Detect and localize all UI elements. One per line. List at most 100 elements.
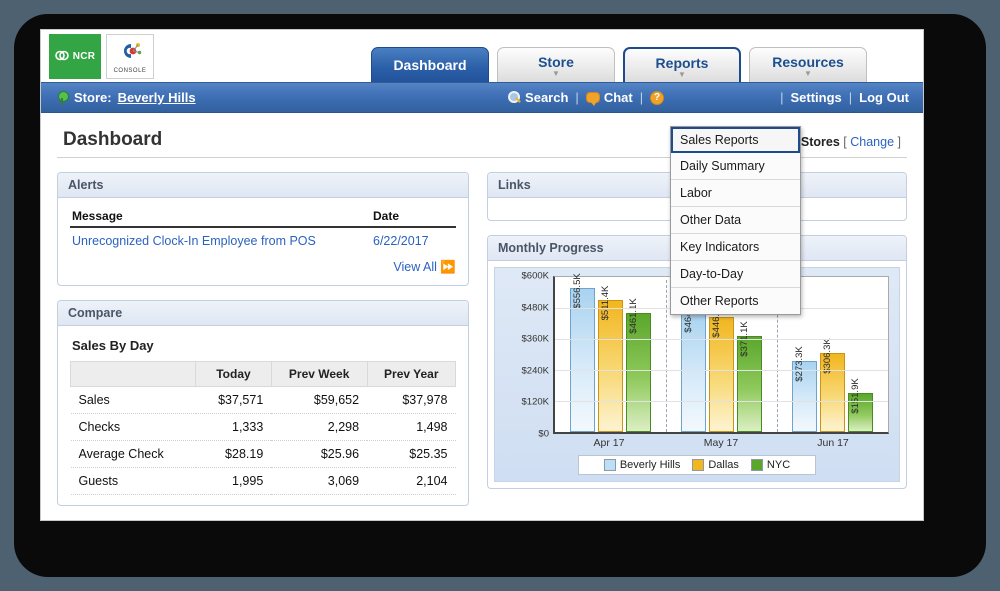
search-icon [508, 91, 521, 104]
menu-item-daily-summary[interactable]: Daily Summary [671, 153, 800, 180]
compare-col-prev-year: Prev Year [366, 361, 457, 387]
bar-value-label: $151.9K [849, 378, 861, 414]
menu-item-key-indicators[interactable]: Key Indicators [671, 234, 800, 261]
menu-item-other-data[interactable]: Other Data [671, 207, 800, 234]
chat-button[interactable]: Chat [585, 90, 633, 106]
cell-today: $28.19 [195, 440, 272, 468]
view-all-alerts-link[interactable]: View All ⏩ [70, 254, 456, 275]
chart-legend: Beverly Hills Dallas NYC [578, 455, 816, 475]
left-column: Alerts Message Date Unrecognized Clock-I… [57, 172, 469, 520]
y-tick-label: $480K [521, 302, 549, 314]
tab-dashboard-label: Dashboard [393, 57, 467, 73]
tab-resources[interactable]: Resources ▼ [749, 47, 867, 82]
legend-item-nyc[interactable]: NYC [750, 459, 791, 471]
cell-prev-week: $25.96 [271, 440, 368, 468]
cell-prev-week: 2,298 [271, 413, 368, 441]
page-title: Dashboard [63, 129, 163, 150]
alert-message[interactable]: Unrecognized Clock-In Employee from POS [70, 227, 371, 254]
store-name-link[interactable]: Beverly Hills [118, 90, 196, 105]
sales-by-day-table: Today Prev Week Prev Year Sales $37,571 [69, 361, 457, 495]
y-tick-label: $0 [538, 428, 549, 440]
nav-separator: | [575, 90, 579, 105]
help-question-icon: ? [650, 90, 665, 105]
store-toolbar: Store: Beverly Hills Search | Chat | ? |… [41, 82, 923, 113]
cell-prev-week: $59,652 [271, 386, 368, 414]
bar-dallas-jun-17[interactable]: $306.3K [820, 338, 845, 432]
bar-value-label: $556.5K [571, 273, 583, 309]
table-row: Checks 1,333 2,298 1,498 [70, 413, 456, 441]
legend-label: Dallas [708, 459, 739, 471]
x-tick-label: May 17 [703, 437, 739, 449]
bar-beverly-hills-jun-17[interactable]: $273.3K [792, 347, 817, 432]
ncr-logo: NCR [49, 34, 101, 79]
bracket-open: [ [843, 135, 847, 149]
tab-store-label: Store [538, 54, 574, 70]
cell-today: 1,995 [195, 467, 272, 495]
x-tick-label: Jun 17 [817, 437, 849, 449]
search-button[interactable]: Search [508, 90, 568, 105]
menu-item-sales-reports[interactable]: Sales Reports [671, 127, 800, 153]
logo-bar: NCR CONSOLE Dashboard Store ▼ Reports ▼ … [41, 30, 923, 82]
legend-swatch [750, 459, 763, 471]
compare-panel-title: Compare [58, 301, 468, 326]
nav-separator: | [639, 90, 644, 105]
nav-separator: | [848, 90, 853, 105]
cell-prev-year: 2,104 [367, 467, 456, 495]
bar-nyc-may-17[interactable]: $371.1K [737, 321, 762, 432]
chart-gridline [555, 370, 888, 371]
alerts-panel-title: Alerts [58, 173, 468, 198]
alerts-col-date: Date [371, 206, 456, 228]
bar-value-label: $511.4K [599, 285, 611, 321]
row-label: Average Check [70, 440, 196, 468]
y-tick-label: $120K [521, 396, 549, 408]
row-label: Sales [70, 386, 196, 414]
legend-item-dallas[interactable]: Dallas [692, 459, 739, 471]
chart-gridline [555, 339, 888, 340]
cell-prev-year: $25.35 [367, 440, 456, 468]
compare-header-row: Today Prev Week Prev Year [69, 361, 457, 387]
bar-nyc-jun-17[interactable]: $151.9K [848, 378, 873, 432]
alerts-panel-body: Message Date Unrecognized Clock-In Emplo… [58, 198, 468, 285]
chart-gridline [555, 401, 888, 402]
console-logo-text: CONSOLE [113, 67, 147, 74]
bar-beverly-hills-apr-17[interactable]: $556.5K [570, 274, 595, 432]
settings-button[interactable]: Settings [790, 90, 841, 105]
chart-y-axis: $0 $120K $240K $360K $480K $600K [505, 271, 553, 440]
bar-beverly-hills-may-17[interactable]: $464.4K [681, 297, 706, 432]
tab-reports[interactable]: Reports ▼ [623, 47, 741, 82]
compare-col-today: Today [195, 361, 272, 387]
table-row: Guests 1,995 3,069 2,104 [70, 467, 456, 495]
map-pin-icon [57, 90, 69, 105]
tab-resources-label: Resources [772, 54, 844, 70]
chat-bubble-icon [585, 92, 600, 106]
bar-dallas-apr-17[interactable]: $511.4K [598, 286, 623, 432]
cell-prev-year: 1,498 [367, 413, 456, 441]
menu-item-other-reports[interactable]: Other Reports [671, 288, 800, 314]
store-selector[interactable]: Store: Beverly Hills [41, 90, 196, 105]
change-store-link[interactable]: Change [850, 135, 894, 149]
logout-button[interactable]: Log Out [859, 90, 909, 105]
nav-separator: | [780, 90, 784, 105]
chevron-down-icon: ▼ [678, 69, 686, 79]
bar-value-label: $273.3K [793, 346, 805, 383]
bar-dallas-may-17[interactable]: $446.9K [709, 302, 734, 432]
menu-item-labor[interactable]: Labor [671, 180, 800, 207]
tab-reports-label: Reports [655, 54, 709, 71]
ncr-logo-text: NCR [72, 51, 96, 62]
tab-dashboard[interactable]: Dashboard [371, 47, 489, 82]
table-row[interactable]: Unrecognized Clock-In Employee from POS … [70, 227, 456, 254]
legend-label: NYC [766, 459, 791, 471]
table-row: Sales $37,571 $59,652 $37,978 [70, 386, 456, 414]
compare-col-prev-week: Prev Week [270, 361, 368, 387]
alerts-table: Message Date Unrecognized Clock-In Emplo… [70, 206, 456, 254]
menu-item-day-to-day[interactable]: Day-to-Day [671, 261, 800, 288]
chart-x-axis: Apr 17 May 17 Jun 17 [553, 434, 889, 449]
chat-label: Chat [603, 90, 633, 105]
help-button[interactable]: ? [650, 90, 665, 105]
bar-nyc-apr-17[interactable]: $461.1K [626, 298, 651, 432]
tab-store[interactable]: Store ▼ [497, 47, 615, 82]
legend-item-beverly-hills[interactable]: Beverly Hills [603, 459, 680, 471]
store-label: Store: [74, 90, 112, 105]
cell-prev-year: $37,978 [367, 386, 456, 414]
y-tick-label: $240K [521, 365, 549, 377]
